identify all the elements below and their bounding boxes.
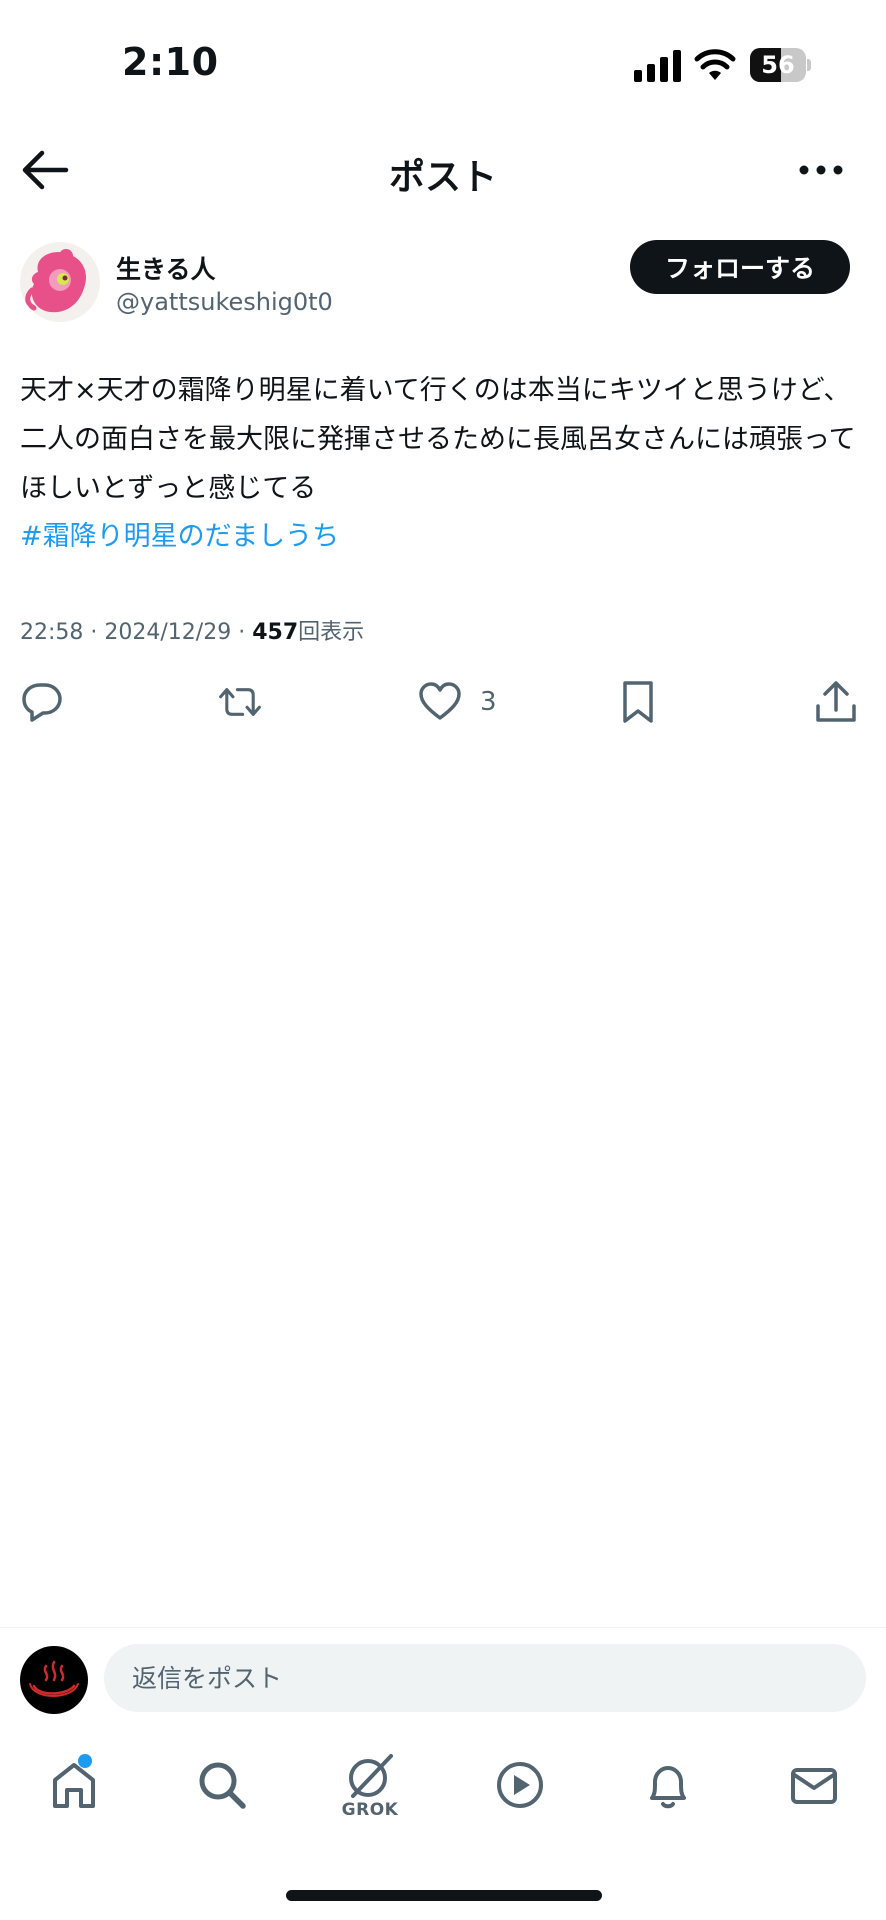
like-button[interactable]: 3: [418, 676, 497, 728]
more-options-icon[interactable]: [796, 150, 846, 190]
home-indicator[interactable]: [286, 1890, 602, 1901]
repost-button[interactable]: [218, 676, 262, 728]
like-count: 3: [480, 687, 497, 717]
author-display-name[interactable]: 生きる人: [116, 250, 216, 286]
tab-video[interactable]: [480, 1740, 560, 1830]
bookmark-button[interactable]: [616, 676, 660, 728]
my-avatar[interactable]: [20, 1646, 88, 1714]
play-icon: [497, 1762, 543, 1808]
screen: 2:10 56 ポスト 生きる人 @yattsukeshig0t0 フォローする…: [0, 0, 886, 1920]
home-icon: [53, 1763, 95, 1808]
header: ポスト: [0, 130, 886, 210]
reply-icon: [22, 683, 62, 722]
reply-input[interactable]: [104, 1644, 866, 1712]
meta-separator: ·: [90, 620, 98, 645]
tab-notifications[interactable]: [628, 1740, 708, 1830]
views-label: 回表示: [298, 620, 365, 645]
tab-messages[interactable]: [774, 1740, 854, 1830]
post-date: 2024/12/29: [104, 620, 232, 645]
grok-icon: [349, 1754, 393, 1798]
post-actions: 3: [0, 676, 886, 732]
post-text: 天才×天才の霜降り明星に着いて行くのは本当にキツイと思うけど、二人の面白さを最大…: [20, 375, 856, 504]
tab-bar: GROK: [0, 1740, 886, 1850]
views-count: 457: [252, 620, 299, 645]
post-author: 生きる人 @yattsukeshig0t0 フォローする: [20, 240, 866, 324]
battery-percent: 56: [761, 51, 795, 79]
follow-button[interactable]: フォローする: [630, 240, 850, 294]
divider: [0, 1627, 886, 1628]
bookmark-icon: [623, 681, 653, 723]
meta-separator: ·: [238, 620, 246, 645]
share-icon: [816, 681, 856, 722]
reply-bar: [0, 1644, 886, 1716]
post-meta: 22:58 · 2024/12/29 · 457回表示: [20, 614, 364, 646]
cellular-signal-icon: [634, 50, 681, 82]
tab-search[interactable]: [182, 1740, 262, 1830]
share-button[interactable]: [814, 676, 858, 728]
notification-dot: [78, 1754, 92, 1768]
battery-icon: 56: [750, 48, 811, 82]
status-time: 2:10: [122, 40, 219, 84]
search-icon: [199, 1762, 246, 1809]
reply-button[interactable]: [20, 676, 64, 728]
status-bar: 2:10 56: [0, 0, 886, 120]
tab-grok[interactable]: GROK: [330, 1740, 410, 1830]
repost-icon: [219, 688, 261, 716]
tab-home[interactable]: [34, 1740, 114, 1830]
mail-icon: [791, 1768, 837, 1804]
author-handle[interactable]: @yattsukeshig0t0: [116, 288, 333, 316]
page-title: ポスト: [388, 157, 497, 198]
wifi-icon: [694, 49, 736, 80]
hashtag-link[interactable]: #霜降り明星のだましうち: [20, 512, 339, 561]
heart-icon: [419, 682, 461, 720]
bell-icon: [650, 1766, 686, 1809]
grok-label: GROK: [341, 1800, 399, 1820]
post-time: 22:58: [20, 620, 84, 645]
author-avatar[interactable]: [20, 242, 100, 322]
